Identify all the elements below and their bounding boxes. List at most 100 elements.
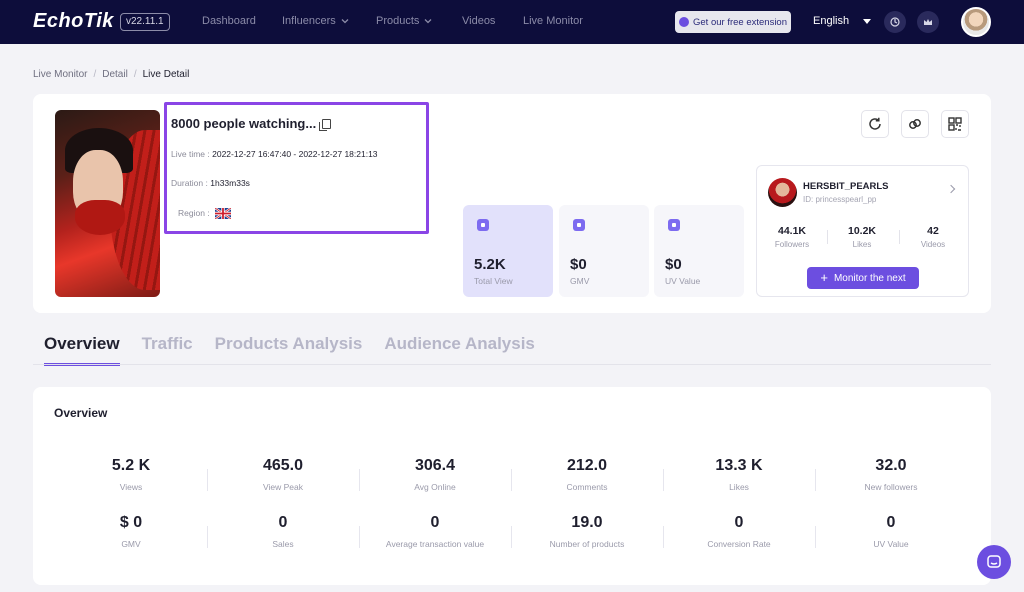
caret-down-icon	[863, 18, 872, 24]
stat-label: GMV	[570, 276, 590, 286]
crown-icon[interactable]	[917, 11, 939, 33]
metric-comments: 212.0 Comments	[511, 457, 663, 492]
cover-veil	[75, 200, 125, 235]
divider	[663, 526, 664, 548]
creator-stat-value: 10.2K	[847, 225, 877, 237]
nav-item-label: Live Monitor	[523, 15, 583, 27]
metric-value: 13.3 K	[715, 457, 763, 474]
overview-card: Overview 5.2 K Views 465.0 View Peak 306…	[33, 387, 991, 585]
metric-value: $ 0	[119, 514, 143, 531]
metric-uv-value: 0 UV Value	[815, 514, 967, 549]
metric-label: GMV	[121, 539, 141, 549]
metric-likes: 13.3 K Likes	[663, 457, 815, 492]
top-nav-bar: EchoTik v22.11.1 Dashboard Influencers P…	[0, 0, 1024, 44]
metric-value: 32.0	[875, 457, 907, 474]
get-extension-button[interactable]: Get our free extension	[675, 11, 791, 33]
chat-support-button[interactable]	[977, 545, 1011, 579]
region-label: Region :	[178, 208, 210, 218]
language-select[interactable]: English	[813, 15, 872, 27]
link-icon	[909, 119, 921, 129]
stat-value: $0	[570, 256, 587, 273]
nav-item-videos[interactable]: Videos	[462, 15, 495, 27]
creator-stat-value: 42	[927, 225, 939, 237]
metric-average-transaction-value: 0 Average transaction value	[359, 514, 511, 549]
view-icon	[477, 219, 489, 231]
divider	[663, 469, 664, 491]
metric-label: New followers	[864, 482, 918, 492]
divider	[207, 469, 208, 491]
duration-value: 1h33m33s	[210, 178, 250, 188]
breadcrumb-live-monitor[interactable]: Live Monitor	[33, 69, 87, 80]
breadcrumb: Live Monitor / Detail / Live Detail	[33, 69, 189, 80]
extension-label: Get our free extension	[693, 16, 787, 28]
nav-item-dashboard[interactable]: Dashboard	[202, 15, 256, 27]
version-badge: v22.11.1	[120, 13, 170, 31]
creator-card: HERSBIT_PEARLS ID: princesspearl_pp 44.1…	[756, 165, 969, 297]
live-title-text: 8000 people watching...	[171, 116, 317, 131]
plus-icon: +	[820, 270, 828, 285]
link-button[interactable]	[901, 110, 929, 138]
creator-stat-value: 44.1K	[777, 225, 807, 237]
divider	[815, 526, 816, 548]
metric-views: 5.2 K Views	[55, 457, 207, 492]
divider	[511, 469, 512, 491]
stat-total-view[interactable]: 5.2K Total View	[463, 205, 553, 297]
nav-item-label: Dashboard	[202, 15, 256, 27]
live-title: 8000 people watching...	[171, 116, 332, 131]
divider	[359, 526, 360, 548]
metric-label: Likes	[729, 482, 749, 492]
divider	[827, 230, 828, 244]
metric-value: 306.4	[414, 457, 456, 474]
creator-followers: 44.1K Followers	[762, 225, 822, 249]
uv-value-icon	[668, 219, 680, 231]
metric-value: 0	[430, 514, 440, 531]
app-logo[interactable]: EchoTik	[33, 10, 114, 33]
creator-likes: 10.2K Likes	[832, 225, 892, 249]
breadcrumb-detail[interactable]: Detail	[102, 69, 128, 80]
monitor-next-button[interactable]: + Monitor the next	[807, 267, 919, 289]
metric-value: 19.0	[571, 514, 603, 531]
uk-flag-icon	[215, 208, 232, 220]
metric-number-of-products: 19.0 Number of products	[511, 514, 663, 549]
qr-code-button[interactable]	[941, 110, 969, 138]
tab-overview[interactable]: Overview	[44, 334, 120, 366]
user-avatar[interactable]	[961, 7, 991, 37]
creator-name[interactable]: HERSBIT_PEARLS	[803, 181, 889, 192]
creator-stat-label: Videos	[920, 240, 946, 249]
metric-label: Conversion Rate	[707, 539, 771, 549]
refresh-button[interactable]	[861, 110, 889, 138]
live-time: Live time : 2022-12-27 16:47:40 - 2022-1…	[171, 149, 378, 159]
metric-label: UV Value	[873, 539, 909, 549]
nav-item-influencers[interactable]: Influencers	[282, 15, 350, 27]
metric-label: Number of products	[549, 539, 625, 549]
copy-icon[interactable]	[319, 118, 332, 131]
nav-item-products[interactable]: Products	[376, 15, 433, 27]
stat-uv-value[interactable]: $0 UV Value	[654, 205, 744, 297]
duration: Duration : 1h33m33s	[171, 178, 250, 188]
chevron-right-icon[interactable]	[946, 184, 956, 194]
nav-item-live-monitor[interactable]: Live Monitor	[523, 15, 583, 27]
nav-item-label: Videos	[462, 15, 496, 27]
divider	[511, 526, 512, 548]
creator-avatar[interactable]	[768, 178, 797, 207]
metric-value: 465.0	[262, 457, 304, 474]
divider	[359, 469, 360, 491]
creator-id: ID: princesspearl_pp	[803, 195, 877, 204]
metric-avg-online: 306.4 Avg Online	[359, 457, 511, 492]
nav-item-label: Products	[376, 15, 420, 27]
stat-label: UV Value	[665, 276, 701, 286]
tab-traffic[interactable]: Traffic	[142, 334, 193, 366]
tab-audience-analysis[interactable]: Audience Analysis	[384, 334, 535, 366]
stat-label: Total View	[474, 276, 513, 286]
breadcrumb-current: Live Detail	[142, 69, 190, 80]
stat-gmv[interactable]: $0 GMV	[559, 205, 649, 297]
metric-label: Sales	[272, 539, 294, 549]
refresh-account-icon[interactable]	[884, 11, 906, 33]
chevron-down-icon	[424, 19, 432, 24]
live-cover-image[interactable]	[55, 110, 160, 297]
metric-gmv: $ 0 GMV	[55, 514, 207, 549]
metric-label: View Peak	[262, 482, 303, 492]
duration-label: Duration :	[171, 178, 208, 188]
live-time-label: Live time :	[171, 149, 210, 159]
tab-products-analysis[interactable]: Products Analysis	[215, 334, 363, 366]
